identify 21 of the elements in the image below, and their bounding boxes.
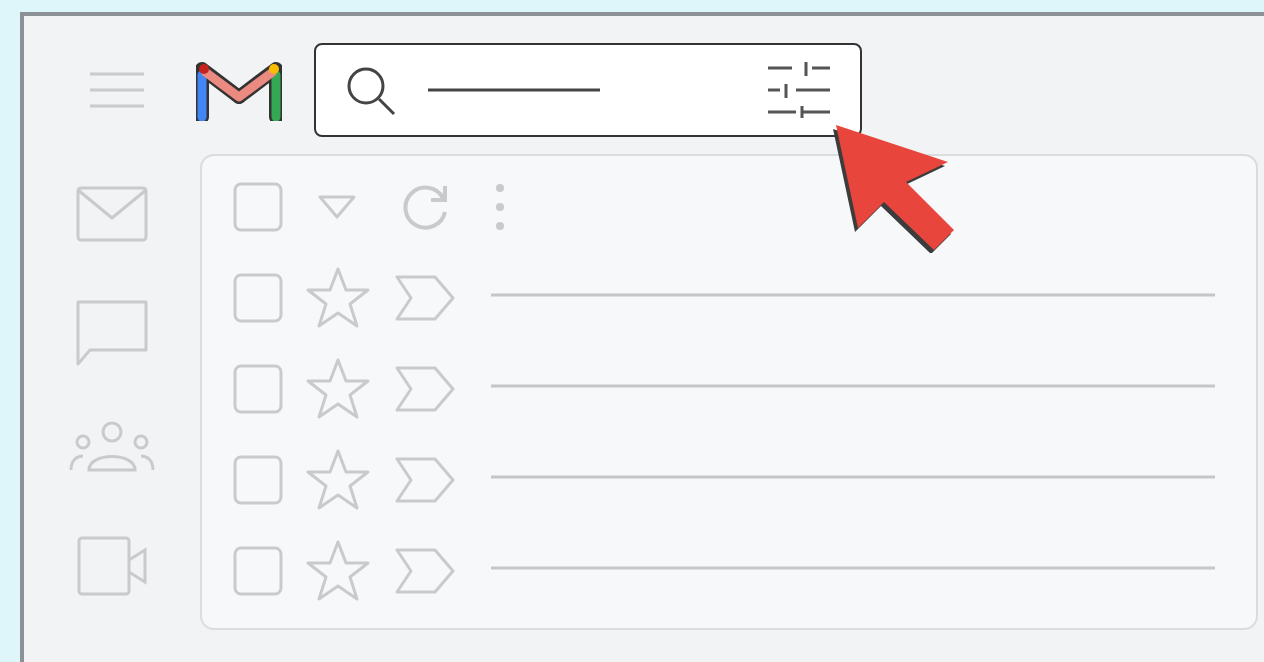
label-icon[interactable] [395, 547, 455, 594]
video-icon[interactable] [77, 536, 147, 596]
checkbox[interactable] [233, 272, 283, 323]
caret-icon[interactable] [318, 194, 356, 219]
star-icon[interactable] [305, 356, 371, 421]
checkbox[interactable] [233, 363, 283, 414]
star-icon[interactable] [305, 447, 371, 512]
checkbox[interactable] [233, 454, 283, 505]
mail-icon[interactable] [76, 186, 148, 242]
label-icon[interactable] [395, 365, 455, 412]
checkbox[interactable] [233, 181, 283, 232]
star-icon[interactable] [305, 265, 371, 330]
label-icon[interactable] [395, 456, 455, 503]
more-icon[interactable] [494, 181, 506, 232]
checkbox[interactable] [233, 545, 283, 596]
filter-icon[interactable] [766, 61, 832, 118]
chat-icon[interactable] [76, 300, 148, 366]
label-icon[interactable] [395, 274, 455, 321]
people-icon[interactable] [69, 420, 155, 474]
star-icon[interactable] [305, 538, 371, 603]
search-field[interactable] [314, 42, 862, 137]
